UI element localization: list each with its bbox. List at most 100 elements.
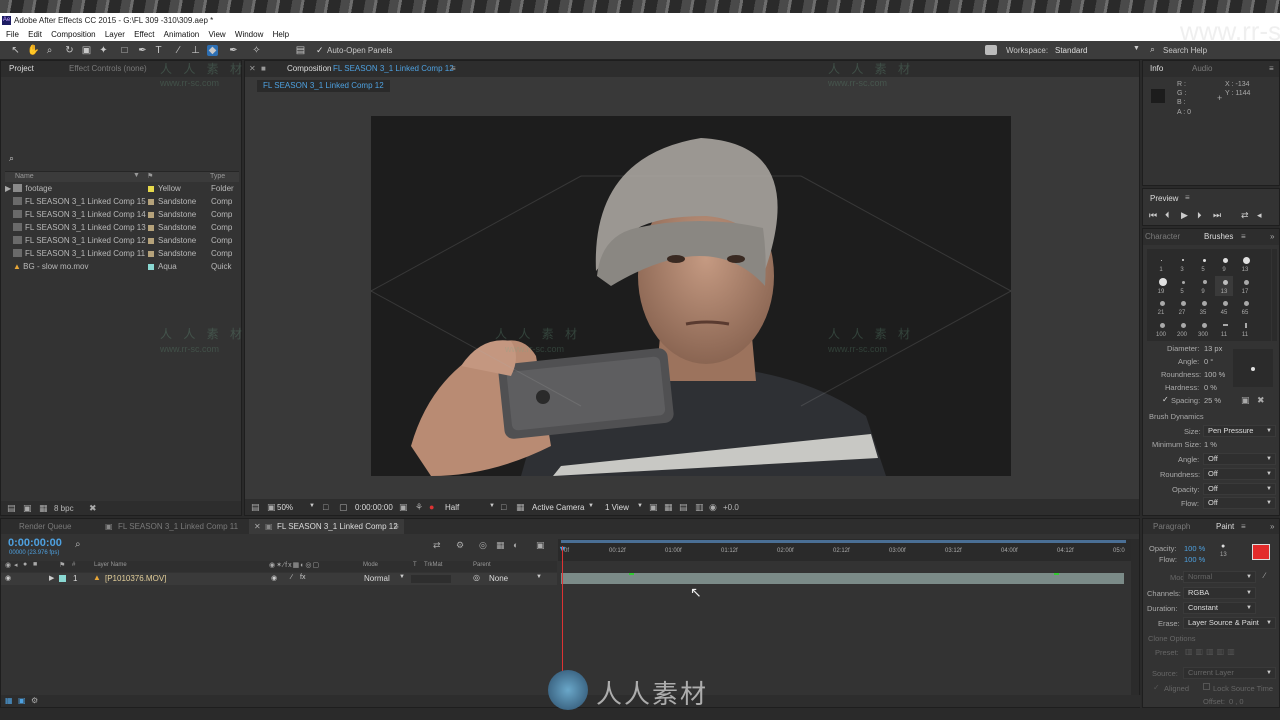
- channels-select[interactable]: RGBA: [1183, 587, 1256, 599]
- brush-tip[interactable]: [1223, 258, 1228, 263]
- resolution-dropdown-icon[interactable]: ▼: [489, 503, 495, 509]
- menu-help[interactable]: Help: [273, 30, 289, 39]
- play-icon[interactable]: ▶: [1181, 210, 1188, 221]
- shy-icon[interactable]: ◎: [479, 540, 487, 551]
- parent-select[interactable]: None: [489, 574, 508, 583]
- last-frame-icon[interactable]: ⏭: [1213, 210, 1221, 221]
- brush-tool-icon[interactable]: ∕: [173, 45, 184, 56]
- panel-menu-icon[interactable]: ≡: [451, 61, 456, 77]
- workspace-dropdown-icon[interactable]: ▼: [1133, 45, 1140, 52]
- erase-select[interactable]: Layer Source & Paint: [1183, 617, 1276, 629]
- audio-icon[interactable]: ◂: [1257, 210, 1262, 221]
- brush-tip[interactable]: [1160, 323, 1165, 328]
- work-area-bar[interactable]: [561, 540, 1126, 543]
- brush-tip[interactable]: [1244, 301, 1249, 306]
- brush-tip[interactable]: [1159, 278, 1167, 286]
- menu-file[interactable]: File: [6, 30, 19, 39]
- draft-3d-icon[interactable]: ⚙: [456, 540, 464, 551]
- resolution-select[interactable]: Half: [445, 503, 459, 512]
- brush-tip[interactable]: [1182, 281, 1185, 284]
- duration-select[interactable]: Constant: [1183, 602, 1256, 614]
- pen-tool-icon[interactable]: ✒: [137, 45, 148, 56]
- hardness-value[interactable]: 0 %: [1204, 383, 1217, 392]
- lock-source-checkbox[interactable]: [1203, 683, 1210, 690]
- list-item[interactable]: FL SEASON 3_1 Linked Comp 13 Sandstone C…: [5, 222, 239, 234]
- flow-select[interactable]: Off: [1203, 497, 1276, 509]
- brush-tip[interactable]: [1202, 323, 1207, 328]
- project-search-icon[interactable]: ⌕: [9, 153, 14, 164]
- opacity-select[interactable]: Off: [1203, 483, 1276, 495]
- angle-value[interactable]: 0 °: [1204, 357, 1213, 366]
- motion-blur-icon[interactable]: ◐: [513, 540, 518, 550]
- fast-previews-icon[interactable]: ▦: [664, 502, 673, 513]
- layer-label-color[interactable]: [59, 575, 66, 582]
- interpret-footage-icon[interactable]: ▤: [7, 503, 16, 514]
- label-icon[interactable]: ⚑: [59, 561, 65, 569]
- parent-dropdown-icon[interactable]: ▼: [536, 574, 542, 580]
- panel-menu-icon[interactable]: ≡: [1241, 519, 1246, 535]
- diameter-value[interactable]: 13 px: [1204, 344, 1222, 353]
- tab-audio[interactable]: Audio: [1192, 61, 1212, 77]
- timeline-search-icon[interactable]: ⌕: [75, 539, 81, 550]
- sort-icon[interactable]: ▼: [133, 172, 140, 179]
- list-item[interactable]: FL SEASON 3_1 Linked Comp 11 Sandstone C…: [5, 248, 239, 260]
- search-help-icon[interactable]: ⌕: [1150, 44, 1155, 55]
- label-tag-icon[interactable]: ⚑: [147, 172, 153, 180]
- view-layout-select[interactable]: 1 View: [605, 503, 629, 512]
- tab-info[interactable]: Info: [1150, 61, 1163, 77]
- expand-icon[interactable]: »: [1270, 519, 1274, 535]
- graph-editor-icon[interactable]: ▣: [536, 540, 545, 551]
- comp-subtab[interactable]: FL SEASON 3_1 Linked Comp 12: [257, 80, 390, 92]
- always-preview-icon[interactable]: ▤: [251, 502, 260, 513]
- clone-stamp-tool-icon[interactable]: ⊥: [190, 45, 201, 56]
- roto-brush-tool-icon[interactable]: ✒: [228, 45, 239, 56]
- monitor-icon[interactable]: ▣: [267, 502, 276, 513]
- frame-blending-icon[interactable]: ▦: [496, 540, 505, 551]
- menu-window[interactable]: Window: [235, 30, 263, 39]
- parent-pickwhip-icon[interactable]: ◎: [473, 573, 480, 582]
- delete-icon[interactable]: ✖: [89, 503, 97, 514]
- fx-switch-icon[interactable]: fx: [300, 574, 305, 581]
- list-item[interactable]: FL SEASON 3_1 Linked Comp 12 Sandstone C…: [5, 235, 239, 247]
- brush-tip[interactable]: [1181, 323, 1186, 328]
- region-of-interest-icon[interactable]: □: [501, 502, 506, 512]
- toggle-pixel-aspect-icon[interactable]: ▣: [649, 502, 658, 513]
- close-icon[interactable]: ✕: [254, 519, 261, 535]
- layer-visibility-icon[interactable]: ◉: [5, 574, 11, 582]
- prev-frame-icon[interactable]: ⏴: [1165, 210, 1170, 221]
- panel-menu-icon[interactable]: ≡: [1269, 61, 1274, 77]
- col-name[interactable]: Name: [15, 173, 34, 180]
- timeline-scrollbar[interactable]: [1131, 539, 1139, 707]
- loop-icon[interactable]: ⇄: [1241, 210, 1249, 221]
- tab-comp-12[interactable]: FL SEASON 3_1 Linked Comp 12: [277, 519, 398, 535]
- brush-tip[interactable]: [1160, 301, 1165, 306]
- solo-icon[interactable]: ●: [23, 561, 27, 568]
- brush-tip[interactable]: [1223, 324, 1228, 326]
- tab-render-queue[interactable]: Render Queue: [19, 519, 71, 535]
- menu-view[interactable]: View: [208, 30, 225, 39]
- brush-tips-grid[interactable]: 1 3 5 9 13 19 5 9 13 17 21 27 35 45 65 1…: [1147, 249, 1271, 341]
- layer-duration-bar[interactable]: [561, 573, 1124, 584]
- layer-mode-select[interactable]: Normal: [364, 574, 390, 583]
- camera-tool-icon[interactable]: ▣: [81, 45, 92, 56]
- col-type[interactable]: Type: [210, 173, 225, 180]
- list-item[interactable]: FL SEASON 3_1 Linked Comp 15 Sandstone C…: [5, 196, 239, 208]
- delete-brush-icon[interactable]: ✖: [1257, 395, 1265, 406]
- tab-comp-11[interactable]: FL SEASON 3_1 Linked Comp 11: [118, 519, 238, 535]
- close-icon[interactable]: ✕: [249, 61, 256, 77]
- workspace-icon[interactable]: ▤: [295, 45, 306, 56]
- composition-name[interactable]: FL SEASON 3_1 Linked Comp 12: [333, 61, 454, 77]
- selection-tool-icon[interactable]: ↖: [10, 45, 21, 56]
- brush-tip[interactable]: [1223, 280, 1228, 285]
- tab-paragraph[interactable]: Paragraph: [1153, 519, 1190, 535]
- tab-effect-controls[interactable]: Effect Controls (none): [69, 61, 147, 77]
- video-icon[interactable]: ◉: [5, 561, 11, 569]
- magnification-select[interactable]: 50%: [277, 503, 293, 512]
- brush-tip[interactable]: [1244, 280, 1249, 285]
- bpc-button[interactable]: 8 bpc: [54, 504, 74, 513]
- paint-flow-value[interactable]: 100 %: [1184, 555, 1205, 564]
- switches-icons[interactable]: ◉✶∕fx▦◐◎▢: [269, 561, 320, 569]
- view-dropdown-icon[interactable]: ▼: [637, 503, 643, 509]
- transparency-grid-icon[interactable]: ▦: [516, 502, 525, 513]
- timeline-timecode[interactable]: 0:00:00:00: [8, 537, 62, 549]
